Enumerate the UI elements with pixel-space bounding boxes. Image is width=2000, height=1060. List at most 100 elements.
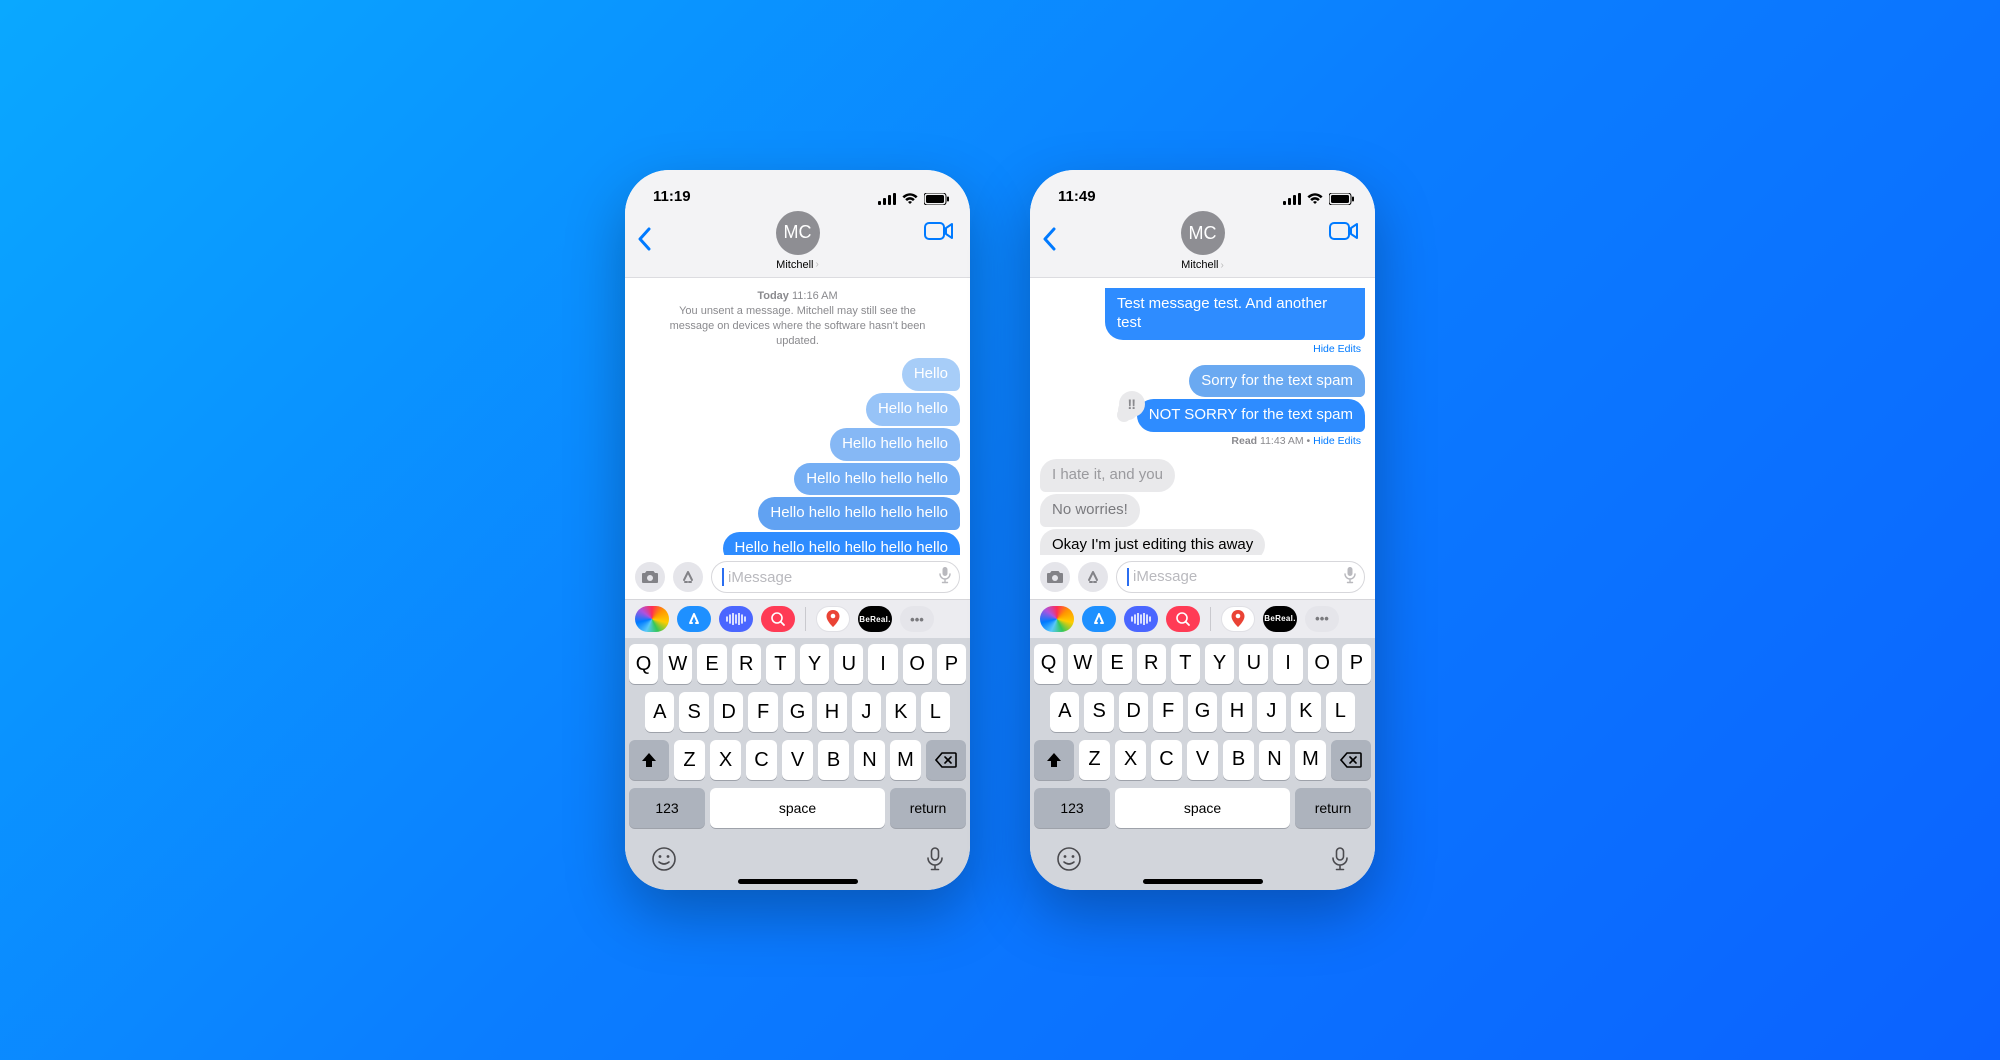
message-bubble[interactable]: I hate it, and you [1040, 459, 1175, 492]
key-x[interactable]: X [710, 740, 741, 780]
back-button[interactable] [1042, 227, 1062, 255]
app-store[interactable] [1082, 606, 1116, 632]
app-maps[interactable] [1221, 606, 1255, 632]
key-t[interactable]: T [1171, 644, 1200, 684]
conversation-scroll[interactable]: Today 11:16 AM You unsent a message. Mit… [625, 278, 970, 556]
key-a[interactable]: A [1050, 692, 1079, 732]
hide-edits-link[interactable]: Hide Edits [1313, 435, 1361, 447]
key-h[interactable]: H [1222, 692, 1251, 732]
facetime-button[interactable] [924, 221, 954, 246]
key-o[interactable]: O [1308, 644, 1337, 684]
message-input[interactable]: iMessage [1116, 561, 1365, 593]
key-q[interactable]: Q [1034, 644, 1063, 684]
imessage-app-strip[interactable]: BeReal. ••• [625, 599, 970, 638]
key-i[interactable]: I [868, 644, 897, 684]
key-d[interactable]: D [1119, 692, 1148, 732]
key-v[interactable]: V [782, 740, 813, 780]
camera-button[interactable] [635, 562, 665, 592]
message-bubble[interactable]: Hello hello hello hello hello hello [723, 532, 960, 555]
key-x[interactable]: X [1115, 740, 1146, 780]
hide-edits-link[interactable]: Hide Edits [1313, 343, 1361, 355]
camera-button[interactable] [1040, 562, 1070, 592]
message-bubble[interactable]: Hello [902, 358, 960, 391]
dictation-button[interactable] [939, 566, 951, 588]
app-drawer-button[interactable] [1078, 562, 1108, 592]
message-input[interactable]: iMessage [711, 561, 960, 593]
key-return[interactable]: return [890, 788, 966, 828]
key-c[interactable]: C [1151, 740, 1182, 780]
key-backspace[interactable] [926, 740, 966, 780]
key-p[interactable]: P [1342, 644, 1371, 684]
key-s[interactable]: S [679, 692, 708, 732]
key-j[interactable]: J [1257, 692, 1286, 732]
app-bereal[interactable]: BeReal. [858, 606, 892, 632]
key-c[interactable]: C [746, 740, 777, 780]
home-indicator[interactable] [1143, 879, 1263, 884]
app-photos[interactable] [1040, 606, 1074, 632]
message-bubble[interactable]: Hello hello hello hello hello [758, 497, 960, 530]
key-shift[interactable] [629, 740, 669, 780]
message-bubble[interactable]: Hello hello hello hello [794, 463, 960, 496]
key-numbers[interactable]: 123 [629, 788, 705, 828]
key-d[interactable]: D [714, 692, 743, 732]
message-bubble[interactable]: Hello hello [866, 393, 960, 426]
home-indicator[interactable] [738, 879, 858, 884]
key-v[interactable]: V [1187, 740, 1218, 780]
contact-name[interactable]: Mitchell › [776, 259, 819, 271]
key-b[interactable]: B [818, 740, 849, 780]
message-bubble[interactable]: ‼ NOT SORRY for the text spam [1137, 399, 1365, 432]
emoji-button[interactable] [1056, 846, 1082, 877]
back-button[interactable] [637, 227, 657, 255]
message-bubble[interactable]: Sorry for the text spam [1189, 365, 1365, 398]
key-z[interactable]: Z [1079, 740, 1110, 780]
app-bereal[interactable]: BeReal. [1263, 606, 1297, 632]
key-backspace[interactable] [1331, 740, 1371, 780]
app-more[interactable]: ••• [900, 606, 934, 632]
tapback-exclaim[interactable]: ‼ [1119, 391, 1145, 417]
key-p[interactable]: P [937, 644, 966, 684]
message-bubble[interactable]: Test message test. And another test [1105, 288, 1365, 340]
key-n[interactable]: N [1259, 740, 1290, 780]
key-e[interactable]: E [1102, 644, 1131, 684]
key-return[interactable]: return [1295, 788, 1371, 828]
key-w[interactable]: W [1068, 644, 1097, 684]
dictation-button[interactable] [1344, 566, 1356, 588]
app-search[interactable] [1166, 606, 1200, 632]
key-m[interactable]: M [1295, 740, 1326, 780]
key-y[interactable]: Y [1205, 644, 1234, 684]
key-k[interactable]: K [886, 692, 915, 732]
key-space[interactable]: space [710, 788, 885, 828]
message-bubble[interactable]: No worries! [1040, 494, 1140, 527]
contact-avatar[interactable]: MC [776, 211, 820, 255]
emoji-button[interactable] [651, 846, 677, 877]
key-g[interactable]: G [1188, 692, 1217, 732]
key-l[interactable]: L [921, 692, 950, 732]
key-z[interactable]: Z [674, 740, 705, 780]
contact-name[interactable]: Mitchell › [1181, 259, 1224, 271]
app-more[interactable]: ••• [1305, 606, 1339, 632]
dictate-button[interactable] [1331, 846, 1349, 877]
key-u[interactable]: U [1239, 644, 1268, 684]
app-maps[interactable] [816, 606, 850, 632]
facetime-button[interactable] [1329, 221, 1359, 246]
key-i[interactable]: I [1273, 644, 1302, 684]
key-w[interactable]: W [663, 644, 692, 684]
app-store[interactable] [677, 606, 711, 632]
key-g[interactable]: G [783, 692, 812, 732]
key-e[interactable]: E [697, 644, 726, 684]
key-o[interactable]: O [903, 644, 932, 684]
key-r[interactable]: R [1137, 644, 1166, 684]
app-audio[interactable] [719, 606, 753, 632]
app-drawer-button[interactable] [673, 562, 703, 592]
key-s[interactable]: S [1084, 692, 1113, 732]
key-u[interactable]: U [834, 644, 863, 684]
imessage-app-strip[interactable]: BeReal. ••• [1030, 599, 1375, 638]
app-photos[interactable] [635, 606, 669, 632]
key-r[interactable]: R [732, 644, 761, 684]
key-q[interactable]: Q [629, 644, 658, 684]
key-j[interactable]: J [852, 692, 881, 732]
key-a[interactable]: A [645, 692, 674, 732]
key-space[interactable]: space [1115, 788, 1290, 828]
key-m[interactable]: M [890, 740, 921, 780]
app-search[interactable] [761, 606, 795, 632]
